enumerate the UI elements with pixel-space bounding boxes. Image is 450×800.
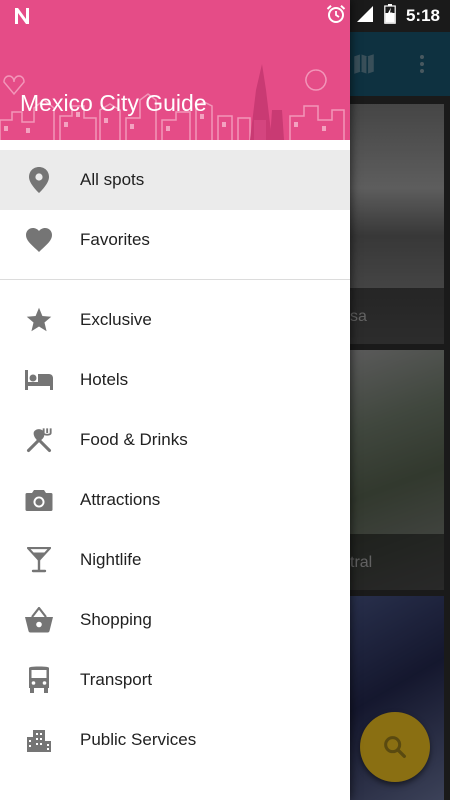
battery-icon (384, 3, 396, 29)
search-icon (384, 736, 406, 758)
heart-icon (24, 226, 54, 254)
status-time: 5:18 (405, 6, 440, 25)
menu-item-food-drinks[interactable]: Food & Drinks (0, 410, 350, 470)
navigation-drawer: Mexico City Guide All spots Favorites Ex… (0, 0, 350, 800)
menu-item-shopping[interactable]: Shopping (0, 590, 350, 650)
menu-item-favorites[interactable]: Favorites (0, 210, 350, 270)
n-notification-icon (12, 6, 32, 31)
buildings-icon (24, 726, 54, 754)
menu-item-label: Public Services (80, 730, 197, 749)
search-fab[interactable] (360, 712, 430, 782)
menu-item-label: Attractions (80, 490, 161, 509)
bus-icon (24, 666, 54, 694)
menu-item-exclusive[interactable]: Exclusive (0, 290, 350, 350)
menu-item-label: Favorites (80, 230, 150, 249)
status-bar: 5:18 (0, 0, 450, 32)
alarm-icon (326, 4, 346, 29)
menu-item-label: All spots (80, 170, 145, 189)
signal-icon (356, 5, 374, 28)
menu-item-label: Exclusive (80, 310, 152, 329)
menu-item-public-services[interactable]: Public Services (0, 710, 350, 770)
basket-icon (24, 606, 54, 634)
menu-item-hotels[interactable]: Hotels (0, 350, 350, 410)
camera-icon (24, 486, 54, 514)
cocktail-icon (24, 546, 54, 574)
menu-item-label: Nightlife (80, 550, 142, 569)
utensils-icon (24, 426, 54, 454)
menu-divider (0, 279, 350, 280)
menu-item-all-spots[interactable]: All spots (0, 150, 350, 210)
menu-item-label: Shopping (80, 610, 152, 629)
menu-item-transport[interactable]: Transport (0, 650, 350, 710)
location-pin-icon (24, 166, 54, 194)
bed-icon (24, 366, 54, 394)
menu-item-label: Food & Drinks (80, 430, 188, 449)
menu-item-label: Hotels (80, 370, 129, 389)
star-icon (24, 306, 54, 334)
drawer-title: Mexico City Guide (20, 90, 207, 116)
drawer-menu: All spots Favorites Exclusive Hotels Foo… (0, 150, 350, 770)
menu-item-nightlife[interactable]: Nightlife (0, 530, 350, 590)
menu-item-attractions[interactable]: Attractions (0, 470, 350, 530)
menu-item-label: Transport (80, 670, 153, 689)
